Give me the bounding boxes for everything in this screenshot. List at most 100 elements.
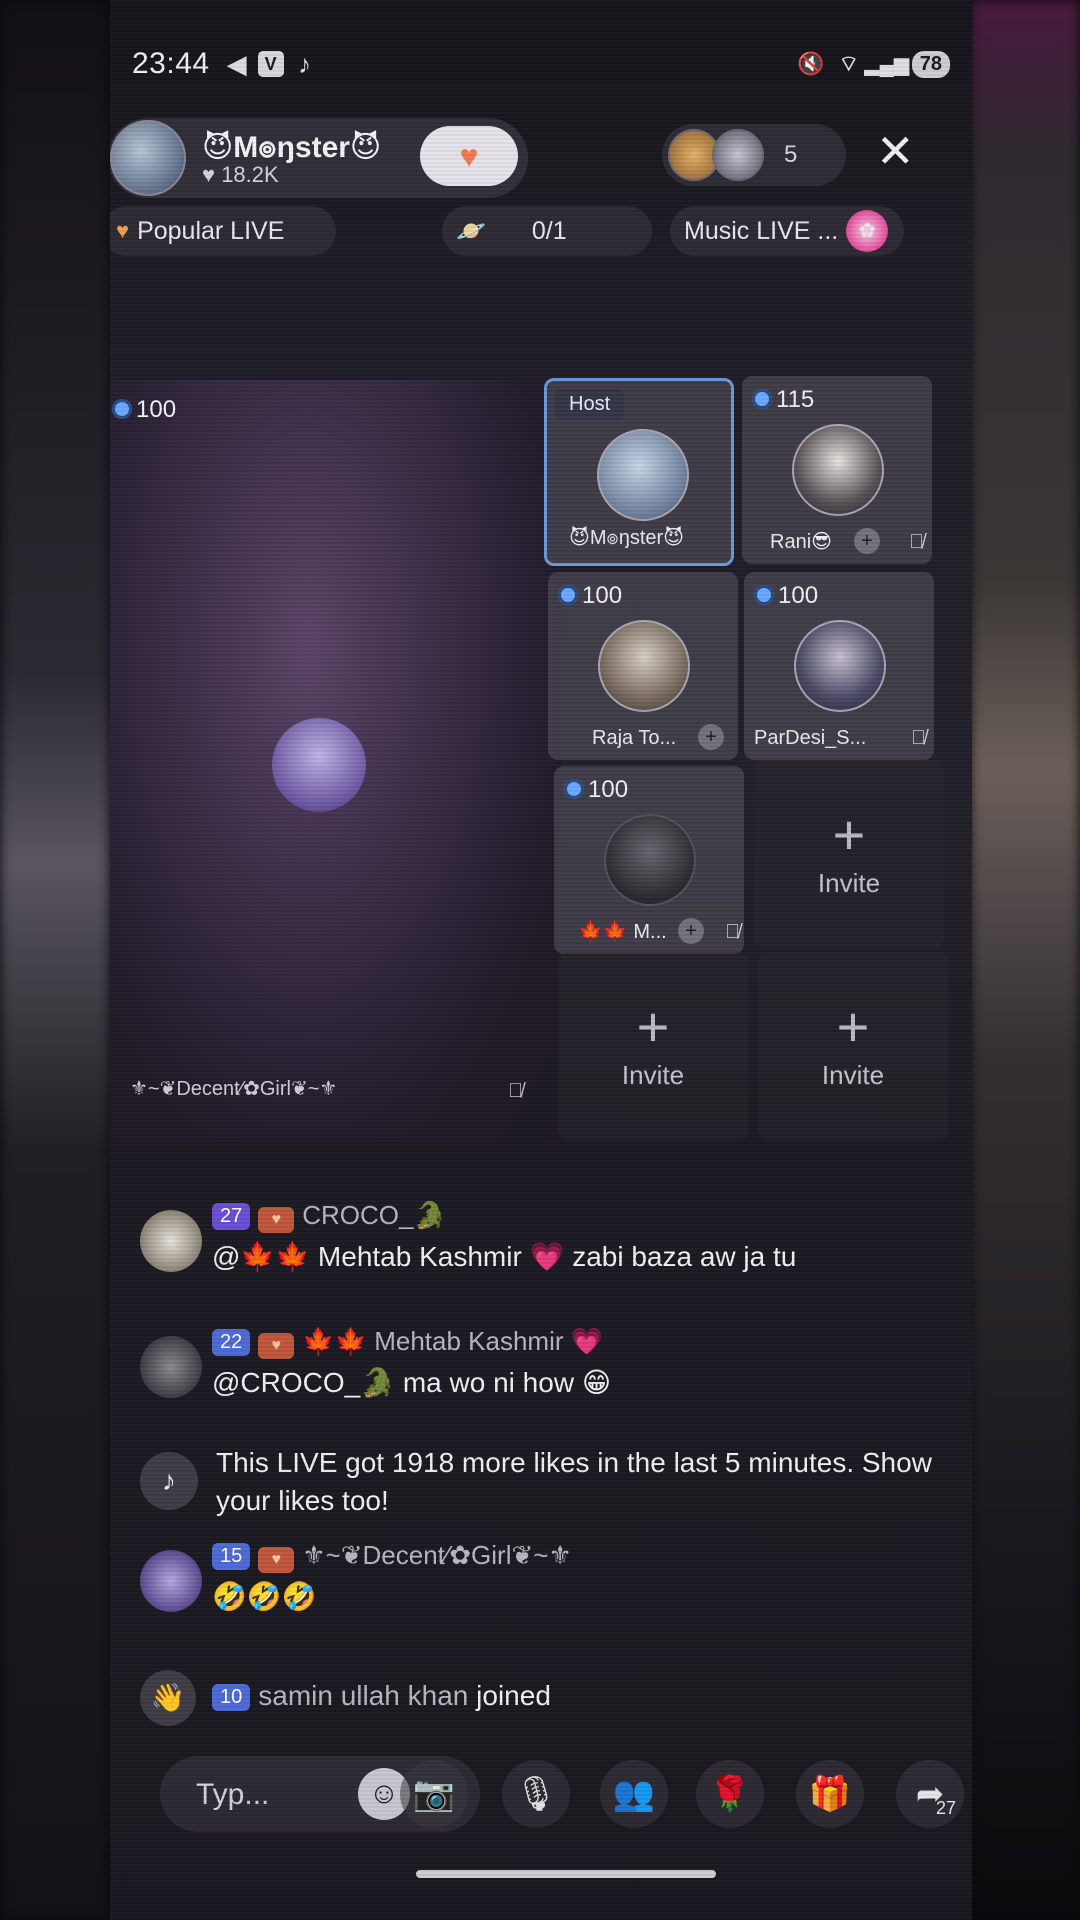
guest-score: 100: [558, 582, 622, 610]
guest-score: 100: [564, 776, 628, 804]
message-text: 🤣🤣🤣: [212, 1581, 317, 1612]
follow-heart-button[interactable]: ♥: [420, 126, 518, 186]
guest-avatar: [598, 620, 690, 712]
guest-tile[interactable]: 100 Raja To... +: [548, 572, 738, 760]
gem-icon: [752, 389, 772, 409]
fan-badge: ♥: [258, 1333, 295, 1359]
plus-icon: +: [832, 803, 866, 866]
heart-icon: ♥: [459, 137, 479, 174]
username: 🍁🍁 Mehtab Kashmir 💗: [302, 1326, 604, 1356]
viewer-count: 5: [784, 141, 798, 168]
level-badge: 10: [212, 1684, 251, 1711]
message-text: @🍁🍁 Mehtab Kashmir 💗 zabi baza aw ja tu: [212, 1241, 797, 1272]
mic-muted-icon: 🎙̸: [909, 531, 924, 553]
guest-score-value: 115: [776, 386, 815, 413]
mic-muted-icon: 🎙̸: [725, 921, 740, 943]
comment-placeholder: Typ...: [196, 1778, 270, 1811]
message-meta: 22 ♥ 🍁🍁 Mehtab Kashmir 💗: [212, 1326, 603, 1359]
tiktok-icon: ♪: [298, 48, 312, 79]
host-label: Host: [555, 389, 625, 420]
guest-name: Raja To...: [592, 727, 677, 749]
plus-icon: +: [836, 995, 870, 1058]
guest-score: 100: [112, 396, 176, 424]
guest-avatar: [272, 718, 366, 812]
add-icon[interactable]: +: [854, 528, 880, 554]
host-tile[interactable]: Host 😈M๏ŋster😈: [544, 378, 734, 566]
username: CROCO_🐊: [302, 1200, 446, 1230]
music-live-tag[interactable]: Music LIVE ... ✿: [670, 206, 904, 256]
guest-avatar: [604, 814, 696, 906]
music-live-label: Music LIVE ...: [684, 216, 839, 245]
close-icon[interactable]: ✕: [876, 128, 915, 174]
telegram-icon: ◀: [226, 48, 247, 79]
planet-icon: 🪐: [456, 217, 486, 245]
status-bar: 23:44 ◀ V ♪ 🔇 ⌔ ▂▄▆ 78: [132, 44, 950, 84]
invite-slot[interactable]: + Invite: [558, 952, 748, 1140]
level-badge: 22: [212, 1329, 251, 1356]
level-badge: 15: [212, 1543, 251, 1570]
invite-label: Invite: [821, 1060, 885, 1090]
user-avatar: [140, 1210, 202, 1272]
system-text: This LIVE got 1918 more likes in the las…: [216, 1447, 932, 1516]
host-likes-count: 18.2K: [221, 162, 279, 187]
tags-row: ♥ Popular LIVE 🪐 0/1 Music LIVE ... ✿: [110, 206, 972, 262]
message-text: @CROCO_🐊 ma wo ni how 😁: [212, 1367, 612, 1398]
popular-live-tag[interactable]: ♥ Popular LIVE: [110, 206, 336, 256]
guest-avatar: [794, 620, 886, 712]
viewer-list[interactable]: 5: [662, 124, 846, 186]
guest-score-value: 100: [778, 582, 819, 609]
invite-slot[interactable]: + Invite: [758, 952, 948, 1140]
guest-name: Rani😎: [770, 531, 832, 553]
v-app-icon: V: [257, 51, 284, 77]
heart-icon: ♥: [202, 162, 222, 187]
host-header: 😈M๏ŋster😈 ♥ 18.2K ♥ 5 ✕: [110, 118, 972, 198]
host-likes: ♥ 18.2K: [202, 162, 279, 188]
join-notice: 👋 10 samin ullah khan joined: [140, 1670, 640, 1726]
mic-muted-icon: 🎙̸: [508, 1080, 523, 1102]
gem-icon: [112, 399, 132, 419]
guest-tile[interactable]: 100 ParDesi_S... 🎙̸: [744, 572, 934, 760]
guests-icon[interactable]: 👥: [600, 1760, 668, 1828]
blurred-background-left: [0, 0, 110, 1920]
popular-live-label: Popular LIVE: [137, 216, 285, 245]
gift-icon[interactable]: 🎁: [796, 1760, 864, 1828]
add-icon[interactable]: +: [698, 724, 724, 750]
user-avatar: [140, 1336, 202, 1398]
guest-score: 100: [754, 582, 818, 610]
gem-icon: [564, 779, 584, 799]
blurred-background-right: [970, 0, 1080, 1920]
rose-gift-icon[interactable]: 🌹: [696, 1760, 764, 1828]
main-guest-video[interactable]: 100 ⚜︎~❦Decent⁄✿Girl❦~⚜︎ 🎙̸: [110, 380, 562, 1142]
guest-score-value: 100: [136, 396, 177, 423]
invite-slot[interactable]: + Invite: [754, 760, 944, 948]
guest-tile[interactable]: 115 Rani😎 + 🎙̸: [742, 376, 932, 564]
guest-slots-tag[interactable]: 🪐 0/1: [442, 206, 652, 256]
fan-badge: ♥: [258, 1207, 295, 1233]
guest-tile[interactable]: 100 🍁🍁 M... + 🎙̸: [554, 766, 744, 954]
mic-off-icon[interactable]: 🎙: [502, 1760, 570, 1828]
wave-icon: 👋: [140, 1670, 196, 1726]
host-avatar[interactable]: [110, 120, 186, 196]
username: ⚜︎~❦Decent⁄✿Girl❦~⚜︎: [302, 1540, 572, 1570]
bottom-toolbar: Typ... ☺ 📷 🎙 👥 🌹 🎁 ➦ 27: [110, 1754, 972, 1834]
invite-label: Invite: [621, 1060, 685, 1090]
guest-avatar: [792, 424, 884, 516]
join-action: joined: [476, 1680, 551, 1711]
guest-score-value: 100: [582, 582, 623, 609]
camera-off-icon[interactable]: 📷: [400, 1760, 468, 1828]
wifi-icon: ⌔: [838, 51, 860, 76]
guest-score: 115: [752, 386, 814, 414]
user-avatar: [140, 1550, 202, 1612]
mute-icon: 🔇: [797, 51, 825, 76]
gem-icon: [558, 585, 578, 605]
home-indicator[interactable]: [416, 1870, 716, 1878]
heart-icon: ♥: [116, 218, 130, 243]
live-screen: 23:44 ◀ V ♪ 🔇 ⌔ ▂▄▆ 78 😈M๏ŋster😈 ♥ 18.2K…: [110, 0, 972, 1920]
guest-slots-label: 0/1: [531, 216, 567, 245]
gem-icon: [754, 585, 774, 605]
level-badge: 27: [212, 1203, 251, 1230]
clock: 23:44: [132, 47, 210, 80]
guest-score-value: 100: [588, 776, 629, 803]
add-icon[interactable]: +: [678, 918, 704, 944]
fan-badge: ♥: [258, 1547, 295, 1573]
